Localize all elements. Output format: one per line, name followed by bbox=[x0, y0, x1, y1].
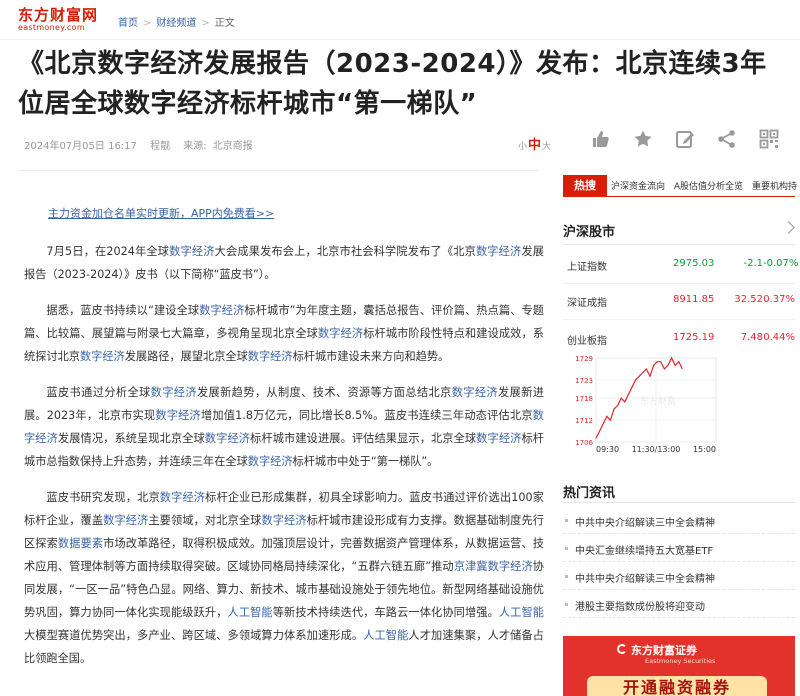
news-title: 中共中央介绍解读三中全会精神 bbox=[575, 518, 715, 529]
hot-news-divider bbox=[563, 502, 795, 503]
logo-text-cn: 东方财富网 bbox=[18, 6, 99, 24]
index-price: 1725.19 bbox=[673, 332, 715, 343]
font-size-switch: 小中大 bbox=[518, 134, 551, 153]
ad-banner[interactable]: 东方财富证券 Eastmoney Securities 开通融资融券 bbox=[563, 636, 795, 696]
index-name: 创业板指 bbox=[567, 336, 607, 347]
article-paragraph: 据悉，蓝皮书持续以“建设全球数字经济标杆城市”为年度主题，囊括总报告、评价篇、热… bbox=[24, 304, 544, 363]
index-divider bbox=[563, 283, 795, 284]
favorite-star-icon[interactable] bbox=[632, 128, 654, 150]
hot-search-item[interactable]: 重要机构持 bbox=[752, 182, 797, 192]
chart-y-tick-label: 1712 bbox=[575, 417, 593, 425]
chart-y-tick-label: 1729 bbox=[575, 355, 593, 363]
news-item[interactable]: 中共中央介绍解读三中全会精神 bbox=[563, 563, 795, 590]
article-meta: 2024年07月05日 16:17 程靓 来源: 北京商报 bbox=[24, 137, 263, 152]
font-size-large[interactable]: 大 bbox=[542, 142, 551, 152]
breadcrumb: 首页 > 财经频道 > 正文 bbox=[118, 14, 235, 29]
breadcrumb-current: 正文 bbox=[214, 18, 235, 29]
chevron-right-icon[interactable] bbox=[782, 221, 795, 234]
article-datetime: 2024年07月05日 16:17 bbox=[24, 141, 137, 152]
ad-brand-en: Eastmoney Securities bbox=[645, 657, 716, 665]
site-logo[interactable]: 东方财富网 eastmoney.com bbox=[18, 7, 110, 33]
like-icon[interactable] bbox=[590, 128, 612, 150]
news-item[interactable]: 港股主要指数成份股将迎变动 bbox=[563, 591, 795, 618]
chart-watermark: 东方财富 bbox=[640, 395, 676, 407]
fund-flow-promo-link[interactable]: 主力资金加仓名单实时更新，APP内免费看>> bbox=[48, 205, 274, 221]
article-author: 程靓 bbox=[150, 141, 171, 152]
hot-search-item[interactable]: 沪深资金流向 bbox=[611, 182, 665, 192]
index-percent: -0.07% bbox=[763, 258, 799, 269]
brand-logo-icon bbox=[617, 644, 627, 654]
index-change: 7.48 bbox=[740, 332, 763, 343]
article-paragraph: 蓝皮书通过分析全球数字经济发展新趋势，从制度、技术、资源等方面总结北京数字经济发… bbox=[24, 386, 544, 468]
chart-y-tick-label: 1706 bbox=[575, 439, 593, 447]
title-divider bbox=[18, 170, 538, 171]
top-bar: 东方财富网 eastmoney.com 首页 > 财经频道 > 正文 bbox=[0, 0, 800, 40]
index-row-chinext[interactable]: 创业板指 1725.19 7.48 0.44% bbox=[563, 329, 795, 349]
share-icon[interactable] bbox=[716, 128, 738, 150]
bullet-icon bbox=[565, 603, 568, 606]
index-percent: 0.37% bbox=[763, 294, 795, 305]
market-title-divider bbox=[563, 244, 795, 245]
ad-brand: 东方财富证券 bbox=[631, 644, 697, 657]
index-change: -2.1 bbox=[743, 258, 763, 269]
hot-search-items: 沪深资金流向 A股估值分析全览 重要机构持 bbox=[611, 179, 800, 192]
font-size-medium[interactable]: 中 bbox=[528, 138, 541, 153]
hot-news-title: 热门资讯 bbox=[563, 486, 616, 501]
breadcrumb-separator: > bbox=[201, 18, 210, 29]
intraday-chart[interactable]: 1729 1723 1718 1712 170609:30 11:30/13:00 15:0… bbox=[566, 350, 726, 460]
news-item[interactable]: 中央汇金继续增持五大宽基ETF bbox=[563, 535, 795, 562]
index-name: 深证成指 bbox=[567, 298, 607, 309]
market-section-title[interactable]: 沪深股市 bbox=[563, 221, 615, 240]
font-size-small[interactable]: 小 bbox=[518, 142, 527, 152]
article-toolbar bbox=[590, 128, 780, 150]
index-row-shenzhen[interactable]: 深证成指 8911.85 32.52 0.37% bbox=[563, 291, 795, 311]
index-price: 2975.03 bbox=[673, 258, 715, 269]
index-percent: 0.44% bbox=[763, 332, 795, 343]
index-change: 32.52 bbox=[734, 294, 763, 305]
ad-slogan: 开通融资融券 bbox=[587, 676, 767, 696]
news-title: 中共中央介绍解读三中全会精神 bbox=[575, 574, 715, 585]
article-paragraph: 7月5日，在2024年全球数字经济大会成果发布会上，北京市社会科学院发布了《北京… bbox=[24, 245, 544, 281]
chart-x-tick-label: 11:30/13:00 bbox=[632, 445, 681, 454]
article-source[interactable]: 北京商报 bbox=[213, 141, 253, 152]
logo-text-en: eastmoney.com bbox=[18, 23, 85, 32]
article-source-label: 来源: bbox=[183, 141, 207, 152]
breadcrumb-separator: > bbox=[143, 18, 152, 29]
bullet-icon bbox=[565, 519, 568, 522]
news-item[interactable]: 中共中央介绍解读三中全会精神 bbox=[563, 507, 795, 534]
bullet-icon bbox=[565, 575, 568, 578]
hot-search-bar: 热搜 沪深资金流向 A股估值分析全览 重要机构持 bbox=[563, 175, 797, 197]
chart-x-tick-label: 15:00 bbox=[693, 445, 716, 454]
edit-note-icon[interactable] bbox=[674, 128, 696, 150]
index-divider bbox=[563, 319, 795, 320]
hot-search-tag: 热搜 bbox=[563, 175, 607, 196]
hot-search-item[interactable]: A股估值分析全览 bbox=[674, 182, 743, 192]
article-body: 7月5日，在2024年全球数字经济大会成果发布会上，北京市社会科学院发布了《北京… bbox=[24, 240, 544, 683]
index-row-shanghai[interactable]: 上证指数 2975.03 -2.1 -0.07% bbox=[563, 255, 799, 275]
index-price: 8911.85 bbox=[673, 294, 715, 305]
chart-y-tick-label: 1718 bbox=[575, 395, 593, 403]
qr-code-icon[interactable] bbox=[758, 128, 780, 150]
article-title: 《北京数字经济发展报告（2023-2024）》发布：北京连续3年位居全球数字经济… bbox=[18, 49, 767, 119]
news-title: 中央汇金继续增持五大宽基ETF bbox=[575, 546, 714, 557]
article-paragraph: 蓝皮书研究发现，北京数字经济标杆企业已形成集群，初具全球影响力。蓝皮书通过评价选… bbox=[24, 491, 544, 665]
news-title: 港股主要指数成份股将迎变动 bbox=[575, 602, 705, 613]
bullet-icon bbox=[565, 547, 568, 550]
index-name: 上证指数 bbox=[567, 262, 607, 273]
chart-y-tick-label: 1723 bbox=[575, 377, 593, 385]
chart-x-tick-label: 09:30 bbox=[596, 445, 619, 454]
breadcrumb-home[interactable]: 首页 bbox=[118, 18, 138, 29]
breadcrumb-channel[interactable]: 财经频道 bbox=[156, 18, 196, 29]
